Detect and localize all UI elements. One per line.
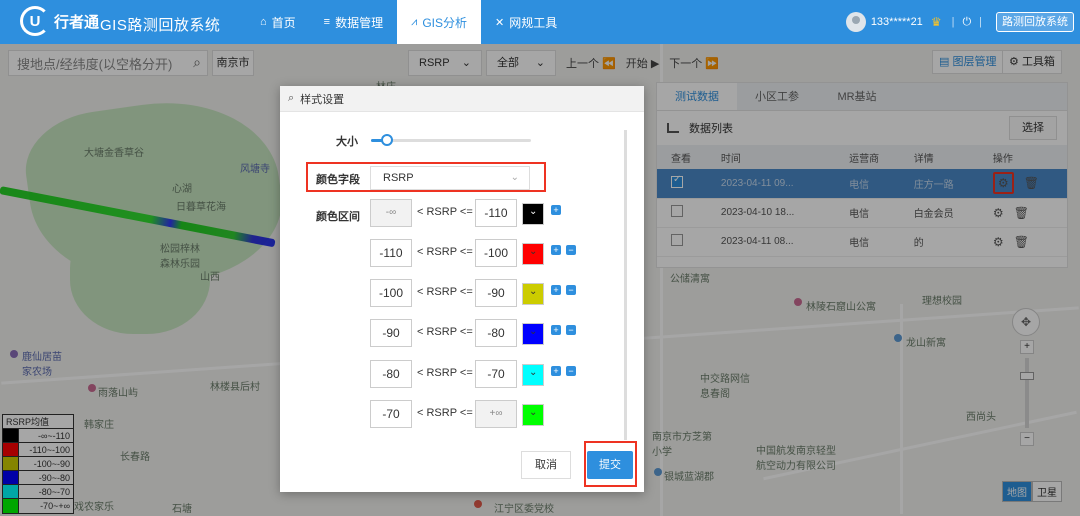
- database-icon: ≡: [323, 16, 331, 28]
- highlight-box: [584, 441, 637, 487]
- range-high-input[interactable]: -80: [475, 319, 517, 347]
- range-high-input[interactable]: -110: [475, 199, 517, 227]
- top-header: U 行者通 GIS路测回放系统 ⌂ 首页 ≡ 数据管理 ⩘ GIS分析 ✕ 网规工具 1…: [0, 0, 1080, 44]
- dialog-scrollbar[interactable]: [624, 130, 627, 440]
- dialog-title: 样式设置: [300, 93, 345, 106]
- search-icon: ⌕: [288, 92, 295, 104]
- power-icon[interactable]: ⏻: [962, 16, 971, 29]
- range-low-input[interactable]: -80: [370, 360, 412, 388]
- nav-home-label: 首页: [271, 15, 296, 30]
- color-picker-swatch[interactable]: [522, 283, 544, 305]
- divider: |: [979, 16, 982, 28]
- system-switch-button[interactable]: 路测回放系统: [996, 12, 1074, 32]
- highlight-box: [306, 162, 546, 192]
- size-label: 大小: [336, 136, 358, 148]
- range-condition-text: < RSRP <=: [417, 407, 473, 419]
- tools-icon: ✕: [495, 16, 505, 29]
- range-low-input[interactable]: -110: [370, 239, 412, 267]
- app-logo: U 行者通: [20, 6, 99, 36]
- size-slider-handle[interactable]: [381, 134, 393, 146]
- nav-data-label: 数据管理: [335, 15, 384, 30]
- size-slider[interactable]: [371, 134, 531, 146]
- range-low-input[interactable]: -100: [370, 279, 412, 307]
- cancel-button[interactable]: 取消: [521, 451, 571, 479]
- nav-gis-label: GIS分析: [422, 15, 468, 30]
- color-interval-label: 颜色区间: [316, 211, 360, 223]
- nav-gis-analysis[interactable]: ⩘ GIS分析: [397, 0, 482, 44]
- range-high-input[interactable]: -90: [475, 279, 517, 307]
- add-range-icon[interactable]: +: [551, 325, 561, 335]
- add-range-icon[interactable]: +: [551, 285, 561, 295]
- dialog-header: ⌕ 样式设置: [280, 86, 644, 112]
- chart-icon: ⩘: [411, 15, 418, 28]
- color-picker-swatch[interactable]: [522, 203, 544, 225]
- range-condition-text: < RSRP <=: [417, 246, 473, 258]
- system-title: GIS路测回放系统: [100, 17, 221, 34]
- add-range-icon[interactable]: +: [551, 205, 561, 215]
- nav-home[interactable]: ⌂ 首页: [246, 0, 310, 44]
- range-high-input[interactable]: -100: [475, 239, 517, 267]
- add-range-icon[interactable]: +: [551, 245, 561, 255]
- nav-network-tools[interactable]: ✕ 网规工具: [481, 0, 571, 44]
- range-high-input: +∞: [475, 400, 517, 428]
- remove-range-icon[interactable]: −: [566, 325, 576, 335]
- range-low-input[interactable]: -70: [370, 400, 412, 428]
- range-high-input[interactable]: -70: [475, 360, 517, 388]
- crown-icon: ♛: [930, 15, 942, 29]
- logo-text: 行者通: [54, 13, 100, 31]
- logo-icon: U: [20, 6, 50, 36]
- range-low-input: -∞: [370, 199, 412, 227]
- divider: |: [951, 16, 955, 28]
- color-picker-swatch[interactable]: [522, 404, 544, 426]
- range-condition-text: < RSRP <=: [417, 367, 473, 379]
- add-range-icon[interactable]: +: [551, 366, 561, 376]
- home-icon: ⌂: [260, 16, 267, 28]
- main-nav: ⌂ 首页 ≡ 数据管理 ⩘ GIS分析 ✕ 网规工具: [246, 0, 571, 44]
- range-low-input[interactable]: -90: [370, 319, 412, 347]
- color-picker-swatch[interactable]: [522, 243, 544, 265]
- range-condition-text: < RSRP <=: [417, 326, 473, 338]
- remove-range-icon[interactable]: −: [566, 285, 576, 295]
- remove-range-icon[interactable]: −: [566, 366, 576, 376]
- color-picker-swatch[interactable]: [522, 323, 544, 345]
- color-picker-swatch[interactable]: [522, 364, 544, 386]
- avatar[interactable]: [845, 12, 866, 32]
- nav-tools-label: 网规工具: [509, 15, 558, 30]
- range-condition-text: < RSRP <=: [417, 286, 473, 298]
- user-area: 133*****21 ♛ | ⏻ |: [845, 12, 986, 32]
- remove-range-icon[interactable]: −: [566, 245, 576, 255]
- nav-data-management[interactable]: ≡ 数据管理: [310, 0, 397, 44]
- range-condition-text: < RSRP <=: [417, 206, 473, 218]
- user-name[interactable]: 133*****21: [871, 16, 923, 28]
